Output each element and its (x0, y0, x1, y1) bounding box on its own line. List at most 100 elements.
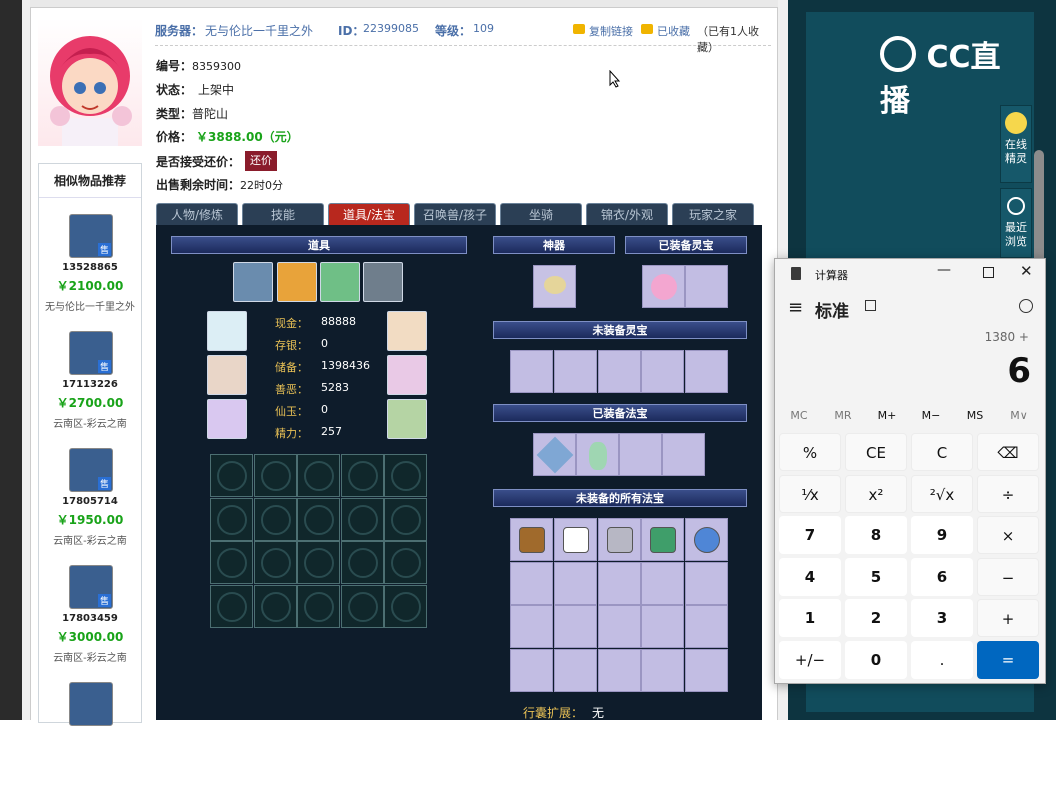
item-thumbnail-icon[interactable]: 售 (69, 565, 113, 609)
bag-slot[interactable] (340, 454, 384, 497)
magic-slot-empty[interactable] (685, 648, 729, 692)
magic-slot-empty[interactable] (641, 648, 685, 692)
magic-slot-empty[interactable] (685, 605, 729, 648)
online-sprite-button[interactable]: 在线精灵 (1000, 105, 1032, 183)
equip-weapon-icon[interactable] (207, 355, 247, 395)
magic-slot-empty[interactable] (553, 605, 597, 648)
magic-slot-empty[interactable] (685, 561, 729, 605)
maximize-icon[interactable] (983, 267, 994, 278)
equip-boots-icon[interactable] (387, 399, 427, 439)
hamburger-menu-icon[interactable]: ≡ (788, 297, 803, 318)
similar-item[interactable]: 售 13528865 ￥2100.00 无与伦比一千里之外 (39, 214, 141, 332)
bag-slot[interactable] (340, 584, 384, 628)
magic-slot-empty[interactable] (597, 561, 641, 605)
memory-clear-button[interactable]: MC (779, 409, 819, 422)
bag-slot[interactable] (297, 454, 341, 497)
magic-vase-icon[interactable] (576, 433, 619, 476)
digit-7-button[interactable]: 7 (779, 516, 841, 554)
magic-slot-empty[interactable] (597, 605, 641, 648)
memory-list-button[interactable]: M∨ (999, 409, 1039, 422)
tab-skills[interactable]: 技能 (242, 203, 324, 225)
magic-spear-icon[interactable] (510, 518, 553, 561)
magic-mask-icon[interactable] (553, 518, 597, 561)
equip-belt-icon[interactable] (363, 262, 403, 302)
server-value[interactable]: 无与伦比一千里之外 (205, 22, 313, 39)
tab-mounts[interactable]: 坐骑 (500, 203, 582, 225)
magic-slot-empty[interactable] (619, 433, 662, 476)
bag-slot[interactable] (384, 541, 428, 584)
magic-slot-empty[interactable] (641, 605, 685, 648)
favorited-button[interactable]: 已收藏 (657, 23, 690, 39)
artifact-slot-icon[interactable] (533, 265, 576, 308)
spirit-slot-icon[interactable] (642, 265, 685, 308)
similar-item[interactable]: 售 17805714 ￥1950.00 云南区-彩云之南 (39, 448, 141, 566)
spirit-slot-empty[interactable] (641, 350, 685, 393)
bargain-button[interactable]: 还价 (245, 151, 277, 171)
negate-button[interactable]: +/− (779, 640, 841, 679)
tab-character[interactable]: 人物/修炼 (156, 203, 238, 225)
tab-summons[interactable]: 召唤兽/孩子 (414, 203, 496, 225)
bag-slot[interactable] (384, 497, 428, 541)
bag-slot[interactable] (253, 497, 297, 541)
spirit-slot-empty[interactable] (553, 350, 597, 393)
copy-link-button[interactable]: 复制链接 (589, 23, 633, 39)
percent-button[interactable]: % (779, 433, 841, 471)
equip-armor-icon[interactable] (387, 355, 427, 395)
clear-entry-button[interactable]: CE (845, 433, 907, 471)
bag-slot[interactable] (384, 584, 428, 628)
magic-slot-empty[interactable] (510, 648, 553, 692)
magic-slot-empty[interactable] (553, 648, 597, 692)
keep-on-top-icon[interactable] (865, 300, 876, 311)
digit-8-button[interactable]: 8 (845, 516, 907, 554)
equip-sword-icon[interactable] (207, 399, 247, 439)
favorite-icon[interactable] (641, 24, 653, 34)
digit-5-button[interactable]: 5 (845, 557, 907, 596)
recent-browse-button[interactable]: 最近浏览 (1000, 188, 1032, 258)
equip-pendant-icon[interactable] (320, 262, 360, 302)
close-icon[interactable]: ✕ (1020, 262, 1033, 280)
magic-slot-empty[interactable] (510, 605, 553, 648)
memory-subtract-button[interactable]: M− (911, 409, 951, 422)
spirit-slot-empty[interactable] (510, 350, 553, 393)
digit-0-button[interactable]: 0 (845, 640, 907, 679)
item-thumbnail-icon[interactable]: 售 (69, 331, 113, 375)
spirit-slot-empty[interactable] (597, 350, 641, 393)
equip-amulet-icon[interactable] (277, 262, 317, 302)
item-thumbnail-icon[interactable]: 售 (69, 214, 113, 258)
bag-slot[interactable] (340, 541, 384, 584)
bag-slot[interactable] (297, 541, 341, 584)
decimal-button[interactable]: . (911, 640, 973, 679)
copy-link-icon[interactable] (573, 24, 585, 34)
backspace-button[interactable]: ⌫ (977, 433, 1039, 471)
similar-item[interactable] (39, 682, 141, 800)
equip-ring-icon[interactable] (233, 262, 273, 302)
magic-orb-icon[interactable] (685, 518, 729, 561)
magic-slot-empty[interactable] (662, 433, 705, 476)
bag-slot[interactable] (297, 497, 341, 541)
bag-slot[interactable] (340, 497, 384, 541)
item-thumbnail-icon[interactable]: 售 (69, 448, 113, 492)
magic-slot-empty[interactable] (510, 561, 553, 605)
digit-1-button[interactable]: 1 (779, 599, 841, 637)
digit-3-button[interactable]: 3 (911, 599, 973, 637)
clear-button[interactable]: C (911, 433, 973, 471)
spirit-slot-empty[interactable] (685, 350, 729, 393)
bag-slot[interactable] (253, 584, 297, 628)
history-icon[interactable] (1019, 299, 1033, 313)
similar-item[interactable]: 售 17803459 ￥3000.00 云南区-彩云之南 (39, 565, 141, 683)
spirit-slot-empty[interactable] (685, 265, 728, 308)
bag-slot[interactable] (210, 541, 253, 584)
digit-2-button[interactable]: 2 (845, 599, 907, 637)
magic-blade-icon[interactable] (597, 518, 641, 561)
magic-bow-icon[interactable] (533, 433, 576, 476)
tab-items[interactable]: 道具/法宝 (328, 203, 410, 225)
equip-staff-icon[interactable] (387, 311, 427, 351)
digit-4-button[interactable]: 4 (779, 557, 841, 596)
similar-item[interactable]: 售 17113226 ￥2700.00 云南区-彩云之南 (39, 331, 141, 449)
bag-slot[interactable] (297, 584, 341, 628)
square-button[interactable]: x² (845, 474, 907, 513)
divide-button[interactable]: ÷ (977, 474, 1039, 513)
digit-6-button[interactable]: 6 (911, 557, 973, 596)
bag-slot[interactable] (210, 497, 253, 541)
bag-slot[interactable] (384, 454, 428, 497)
